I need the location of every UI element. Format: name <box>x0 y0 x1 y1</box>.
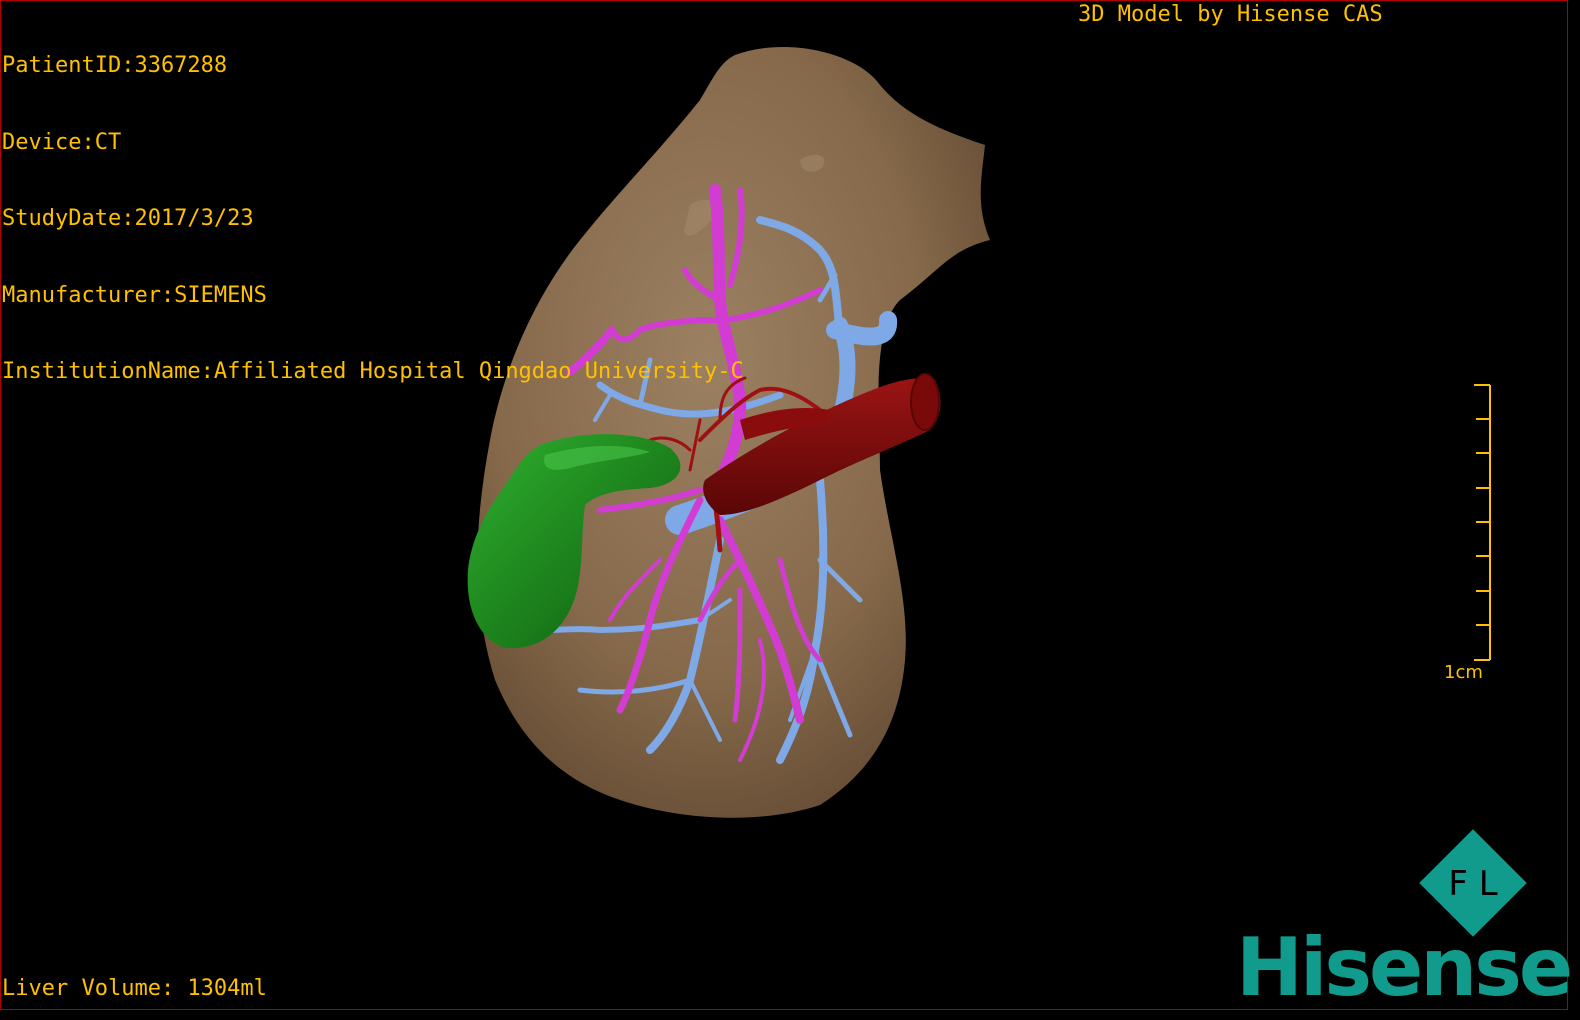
model-credit-label: 3D Model by Hisense CAS <box>1078 2 1383 27</box>
hisense-logo-text: Hisense <box>1236 921 1573 1014</box>
scale-bar-label: 1cm <box>1444 662 1483 683</box>
dicom-info-overlay: PatientID:3367288 Device:CT StudyDate:20… <box>2 2 744 410</box>
institution-label: InstitutionName:Affiliated Hospital Qing… <box>2 359 744 384</box>
scale-bar <box>1474 384 1491 661</box>
liver-volume-label: Liver Volume: 1304ml <box>2 976 267 1001</box>
inferior-vena-cava-opening <box>910 373 940 431</box>
study-date-label: StudyDate:2017/3/23 <box>2 206 254 231</box>
device-label: Device:CT <box>2 129 122 155</box>
logo-mark-letters: F L <box>1448 864 1497 904</box>
patient-id-label: PatientID:3367288 <box>2 53 228 78</box>
manufacturer-label: Manufacturer:SIEMENS <box>2 282 267 308</box>
